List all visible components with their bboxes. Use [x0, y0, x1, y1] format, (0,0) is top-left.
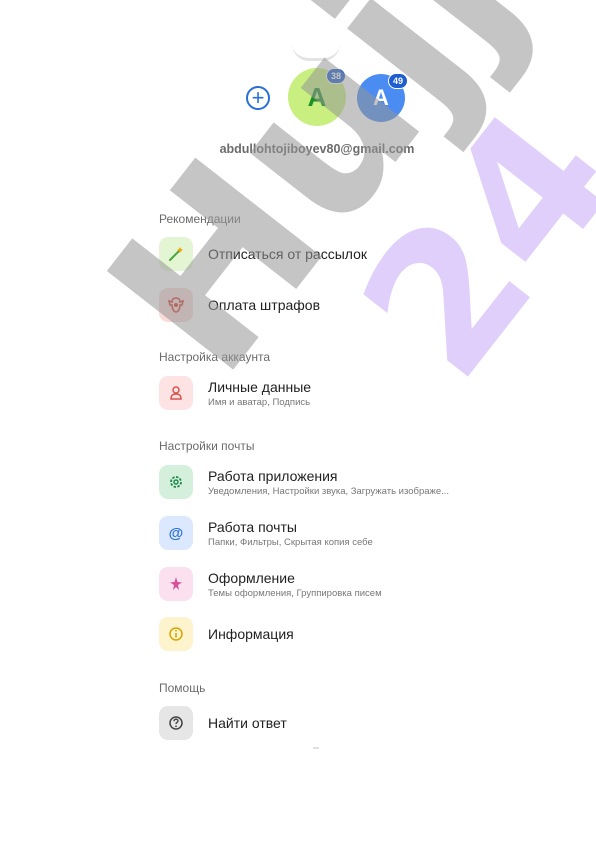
menu-item-personal-data[interactable]: Личные данные Имя и аватар, Подпись	[159, 376, 539, 416]
drag-handle[interactable]	[292, 44, 340, 61]
menu-item-unsubscribe[interactable]: Отписаться от рассылок	[159, 237, 539, 277]
unread-badge-second: 49	[388, 73, 409, 89]
menu-item-subtitle: Уведомления, Настройки звука, Загружать …	[208, 486, 450, 497]
section-recommendations: Рекомендации	[159, 212, 241, 226]
question-icon	[159, 706, 193, 740]
menu-item-find-answer[interactable]: Найти ответ	[159, 706, 539, 746]
gear-icon	[159, 465, 193, 499]
menu-item-title: Работа почты	[208, 519, 297, 535]
menu-item-fines[interactable]: Оплата штрафов	[159, 288, 539, 328]
emblem-icon	[159, 288, 193, 322]
menu-item-title: Найти ответ	[208, 715, 287, 731]
account-email: abdullohtojiboyev80@gmail.com	[219, 142, 415, 156]
scroll-indicator	[313, 747, 319, 749]
menu-item-app-settings[interactable]: Работа приложения Уведомления, Настройки…	[159, 465, 539, 505]
menu-item-design[interactable]: Оформление Темы оформления, Группировка …	[159, 567, 539, 607]
magic-wand-icon	[159, 237, 193, 271]
unread-badge-main: 38	[326, 68, 347, 84]
info-icon	[159, 617, 193, 651]
menu-item-subtitle: Папки, Фильтры, Скрытая копия себе	[208, 537, 373, 548]
add-account-button[interactable]: +	[246, 86, 270, 110]
menu-item-title: Работа приложения	[208, 468, 338, 484]
menu-item-mail-settings[interactable]: @ Работа почты Папки, Фильтры, Скрытая к…	[159, 516, 539, 556]
person-icon	[159, 376, 193, 410]
at-icon: @	[159, 516, 193, 550]
section-account-settings: Настройка аккаунта	[159, 350, 271, 364]
menu-item-subtitle: Темы оформления, Группировка писем	[208, 588, 382, 599]
sparkle-icon	[159, 567, 193, 601]
menu-item-title: Отписаться от рассылок	[208, 246, 368, 262]
menu-item-title: Оплата штрафов	[208, 297, 321, 313]
watermark-text: Hujjat	[60, 0, 596, 418]
menu-item-title: Личные данные	[208, 379, 312, 395]
menu-item-title: Оформление	[208, 570, 295, 586]
section-help: Помощь	[159, 681, 206, 695]
section-mail-settings: Настройки почты	[159, 439, 255, 453]
menu-item-info[interactable]: Информация	[159, 617, 539, 657]
menu-item-subtitle: Имя и аватар, Подпись	[208, 397, 311, 408]
menu-item-title: Информация	[208, 626, 294, 642]
